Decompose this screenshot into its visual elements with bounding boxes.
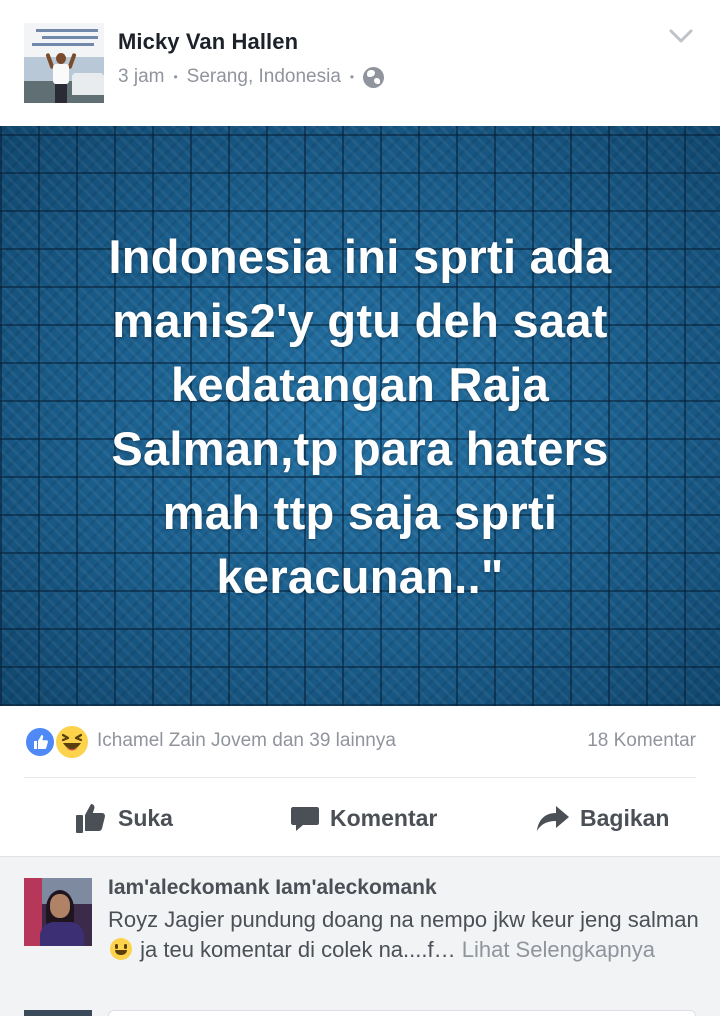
post-meta: 3 jam • Serang, Indonesia •: [118, 65, 385, 89]
share-label: Bagikan: [580, 804, 670, 831]
thumbs-up-icon: [76, 804, 106, 833]
grinning-emoji-icon: [110, 938, 132, 960]
meta-separator: •: [349, 70, 355, 84]
next-commenter-avatar[interactable]: [24, 1010, 92, 1016]
post-menu-button[interactable]: [664, 22, 698, 50]
share-button[interactable]: Bagikan: [536, 796, 669, 840]
author-name[interactable]: Micky Van Hallen: [118, 29, 298, 55]
comment-text: Royz Jagier pundung doang na nempo jkw k…: [108, 905, 708, 965]
like-button[interactable]: Suka: [74, 796, 173, 840]
reaction-names[interactable]: Ichamel Zain Jovem dan 39 lainnya: [97, 730, 396, 752]
see-more-link[interactable]: Lihat Selengkapnya: [462, 937, 655, 962]
like-label: Suka: [118, 804, 173, 831]
comment-button[interactable]: Komentar: [290, 796, 437, 840]
comment-count[interactable]: 18 Komentar: [587, 730, 696, 752]
meta-separator: •: [173, 70, 178, 84]
avatar-banner: [24, 23, 104, 57]
commenter-avatar[interactable]: [24, 878, 92, 946]
image-caption: Indonesia ini sprti ada manis2'y gtu deh…: [108, 230, 612, 603]
like-reaction-icon: [24, 726, 56, 758]
globe-icon: [363, 66, 385, 88]
chevron-down-icon: [669, 29, 693, 43]
comment-text-part: ja teu komentar di colek na....f…: [134, 937, 462, 962]
post-header: Micky Van Hallen 3 jam • Serang, Indones…: [0, 0, 720, 126]
haha-reaction-icon: [54, 724, 90, 760]
share-arrow-icon: [537, 806, 569, 831]
post-image[interactable]: Indonesia ini sprti ada manis2'y gtu deh…: [0, 126, 720, 706]
post-time[interactable]: 3 jam: [118, 66, 164, 88]
next-comment-bubble[interactable]: [108, 1010, 696, 1016]
comment-label: Komentar: [330, 804, 438, 831]
divider: [24, 777, 696, 778]
post-location[interactable]: Serang, Indonesia: [187, 66, 341, 88]
comment-icon: [291, 807, 319, 831]
comment-text-part: Royz Jagier pundung doang na nempo jkw k…: [108, 907, 699, 932]
commenter-name[interactable]: Iam'aleckomank Iam'aleckomank: [108, 876, 437, 900]
author-avatar[interactable]: [24, 23, 104, 103]
